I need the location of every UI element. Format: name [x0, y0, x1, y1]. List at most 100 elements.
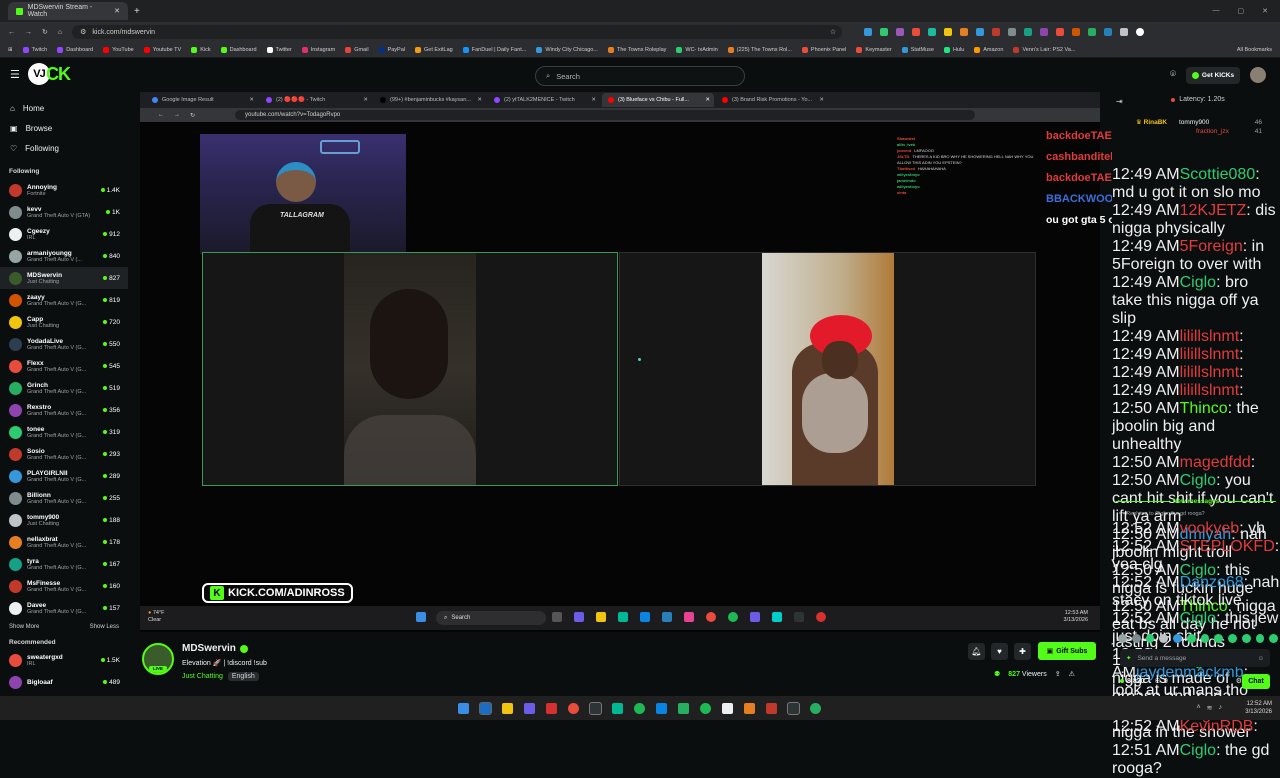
show-less-button[interactable]: Show Less	[90, 624, 119, 630]
sidebar-channel-flexx[interactable]: Flexx Grand Theft Auto V (G... 545	[0, 355, 128, 377]
points-balance[interactable]: ⚇ 0	[1155, 677, 1168, 686]
get-kicks-button[interactable]: Get KICKs	[1186, 67, 1240, 84]
bookmark-item[interactable]: Kick	[191, 46, 211, 53]
sidebar-channel-yodadalive[interactable]: YodadaLive Grand Theft Auto V (G... 550	[0, 333, 128, 355]
follow-heart-icon[interactable]: ♥	[991, 643, 1008, 660]
chat-username[interactable]: Danzo68	[1180, 574, 1244, 591]
emoji-picker-icon[interactable]: ☺	[1257, 655, 1264, 662]
app-icon[interactable]	[787, 702, 800, 715]
emote-icon[interactable]	[1269, 633, 1278, 643]
chat-username[interactable]: magedfdd	[1180, 454, 1251, 471]
chat-username[interactable]: lilillslnmt	[1180, 382, 1240, 399]
emote-icon[interactable]	[1173, 633, 1182, 643]
chat-username[interactable]: vookyeb	[1180, 520, 1240, 537]
maximize-icon[interactable]: ▢	[1238, 7, 1245, 15]
user-avatar[interactable]	[1250, 67, 1266, 83]
home-icon[interactable]: ⌂	[58, 29, 62, 36]
bookmark-item[interactable]: StatMuse	[901, 46, 934, 53]
app-icon[interactable]	[524, 703, 535, 714]
spotify-icon[interactable]	[700, 703, 711, 714]
chat-username[interactable]: lilillslnmt	[1180, 346, 1240, 363]
sidebar-channel-nellaxbrat[interactable]: nellaxbrat Grand Theft Auto V (G... 178	[0, 531, 128, 553]
extension-icon[interactable]	[976, 28, 985, 36]
windows-start-icon[interactable]	[458, 703, 469, 714]
bookmark-item[interactable]: PayPal	[378, 46, 405, 53]
bookmark-star-icon[interactable]: ☆	[830, 28, 836, 36]
emote-icon[interactable]	[1241, 633, 1251, 643]
chat-username[interactable]: Ciglo	[1180, 274, 1216, 291]
emote-icon[interactable]	[1159, 633, 1168, 643]
chat-username[interactable]: 5Foreign	[1180, 238, 1243, 255]
chat-username[interactable]: lilillslnmt	[1180, 364, 1240, 381]
bookmark-item[interactable]: The Towns Roleplay	[607, 46, 666, 53]
app-icon[interactable]	[722, 703, 733, 714]
app-icon[interactable]	[810, 703, 821, 714]
extension-icon[interactable]	[960, 28, 969, 36]
new-tab-button[interactable]: +	[134, 6, 140, 17]
sidebar-channel-tonee[interactable]: tonee Grand Theft Auto V (G... 319	[0, 421, 128, 443]
streamer-name[interactable]: MDSwervin	[182, 643, 248, 654]
chat-username[interactable]: Ciglo	[1180, 610, 1216, 627]
extension-icon[interactable]	[1024, 28, 1033, 36]
bookmark-item[interactable]: (225) The Towns Rol...	[727, 46, 792, 53]
app-icon[interactable]	[766, 703, 777, 714]
wifi-icon[interactable]: ≋	[1207, 704, 1213, 712]
sidebar-channel-capp[interactable]: Capp Just Chatting 720	[0, 311, 128, 333]
bookmark-item[interactable]: Windy City Chicago...	[536, 46, 598, 53]
minimize-icon[interactable]: —	[1213, 7, 1220, 15]
extension-icon[interactable]	[896, 28, 905, 36]
stream-language-tag[interactable]: English	[227, 672, 259, 681]
streamer-avatar[interactable]: LIVE	[142, 643, 174, 675]
emote-icon[interactable]	[1131, 633, 1141, 643]
sidebar-channel-sweatergxd[interactable]: sweatergxd IRL 1.5K	[0, 649, 128, 671]
gift-subs-button[interactable]: ▣ Gift Subs	[1038, 642, 1096, 660]
sidebar-channel-annoying[interactable]: Annoying Fortnite 1.4K	[0, 179, 128, 201]
nav-following[interactable]: ♡ Following	[0, 138, 128, 158]
site-info-icon[interactable]: ⚙	[80, 28, 86, 36]
extension-icon[interactable]	[864, 28, 873, 36]
notification-icon[interactable]: ⌾	[1170, 69, 1176, 80]
emote-icon[interactable]	[1255, 633, 1265, 643]
bookmark-item[interactable]: Gmail	[345, 46, 369, 53]
report-icon[interactable]: ⚠	[1069, 670, 1075, 678]
bookmark-item[interactable]: WC- txAdmin	[676, 46, 718, 53]
bookmark-item[interactable]: Hulu	[943, 46, 964, 53]
extension-icon[interactable]	[880, 28, 889, 36]
extension-icon[interactable]	[992, 28, 1001, 36]
extension-icon[interactable]	[1120, 28, 1129, 36]
sidebar-channel-grinch[interactable]: Grinch Grand Theft Auto V (G... 519	[0, 377, 128, 399]
sidebar-channel-playgirlnii[interactable]: PLAYGIRLNII Grand Theft Auto V (G... 289	[0, 465, 128, 487]
os-clock[interactable]: 12:52 AM 3/13/2026	[1245, 700, 1272, 716]
nav-browse[interactable]: ▣ Browse	[0, 118, 128, 138]
app-icon[interactable]	[656, 703, 667, 714]
show-more-button[interactable]: Show More	[9, 624, 39, 630]
sidebar-channel-billionn[interactable]: Billionn Grand Theft Auto V (G... 255	[0, 487, 128, 509]
extension-icon[interactable]	[1072, 28, 1081, 36]
chat-username[interactable]: lilillslnmt	[1180, 328, 1240, 345]
emote-icon[interactable]	[1228, 633, 1237, 643]
spotify-icon[interactable]	[634, 703, 645, 714]
chat-username[interactable]: 12KJETZ	[1180, 202, 1247, 219]
app-icon[interactable]	[589, 702, 602, 715]
tray-chevron-icon[interactable]: ˄	[1197, 704, 1201, 712]
bookmark-item[interactable]: Youtube TV	[143, 46, 181, 53]
extension-icon[interactable]	[1008, 28, 1017, 36]
emote-icon[interactable]	[1200, 633, 1210, 643]
chat-input[interactable]: ✦ Send a message ☺	[1120, 649, 1270, 667]
profile-avatar-icon[interactable]	[1136, 28, 1145, 36]
kicks-balance[interactable]: 8,820	[1120, 678, 1145, 685]
sidebar-channel-rexstro[interactable]: Rexstro Grand Theft Auto V (G... 356	[0, 399, 128, 421]
sidebar-channel-sosio[interactable]: Sosio Grand Theft Auto V (G... 293	[0, 443, 128, 465]
sidebar-channel-mdswervin[interactable]: MDSwervin Just Chatting 827	[0, 267, 128, 289]
sidebar-channel-msfinesse[interactable]: MsFinesse Grand Theft Auto V (G... 160	[0, 575, 128, 597]
bookmark-item[interactable]: Instagram	[301, 46, 335, 53]
chat-send-button[interactable]: Chat	[1242, 674, 1270, 689]
close-window-icon[interactable]: ✕	[1262, 7, 1268, 15]
more-options-icon[interactable]: ✚	[1014, 643, 1031, 660]
bookmark-item[interactable]: Twitch	[22, 46, 47, 53]
bookmark-item[interactable]: Dashboard	[220, 46, 257, 53]
bookmark-item[interactable]: Get ExitLag	[415, 46, 453, 53]
extension-icon[interactable]	[928, 28, 937, 36]
emote-icon[interactable]	[1214, 633, 1223, 643]
bookmark-item[interactable]: Phoenix Panel	[801, 46, 846, 53]
